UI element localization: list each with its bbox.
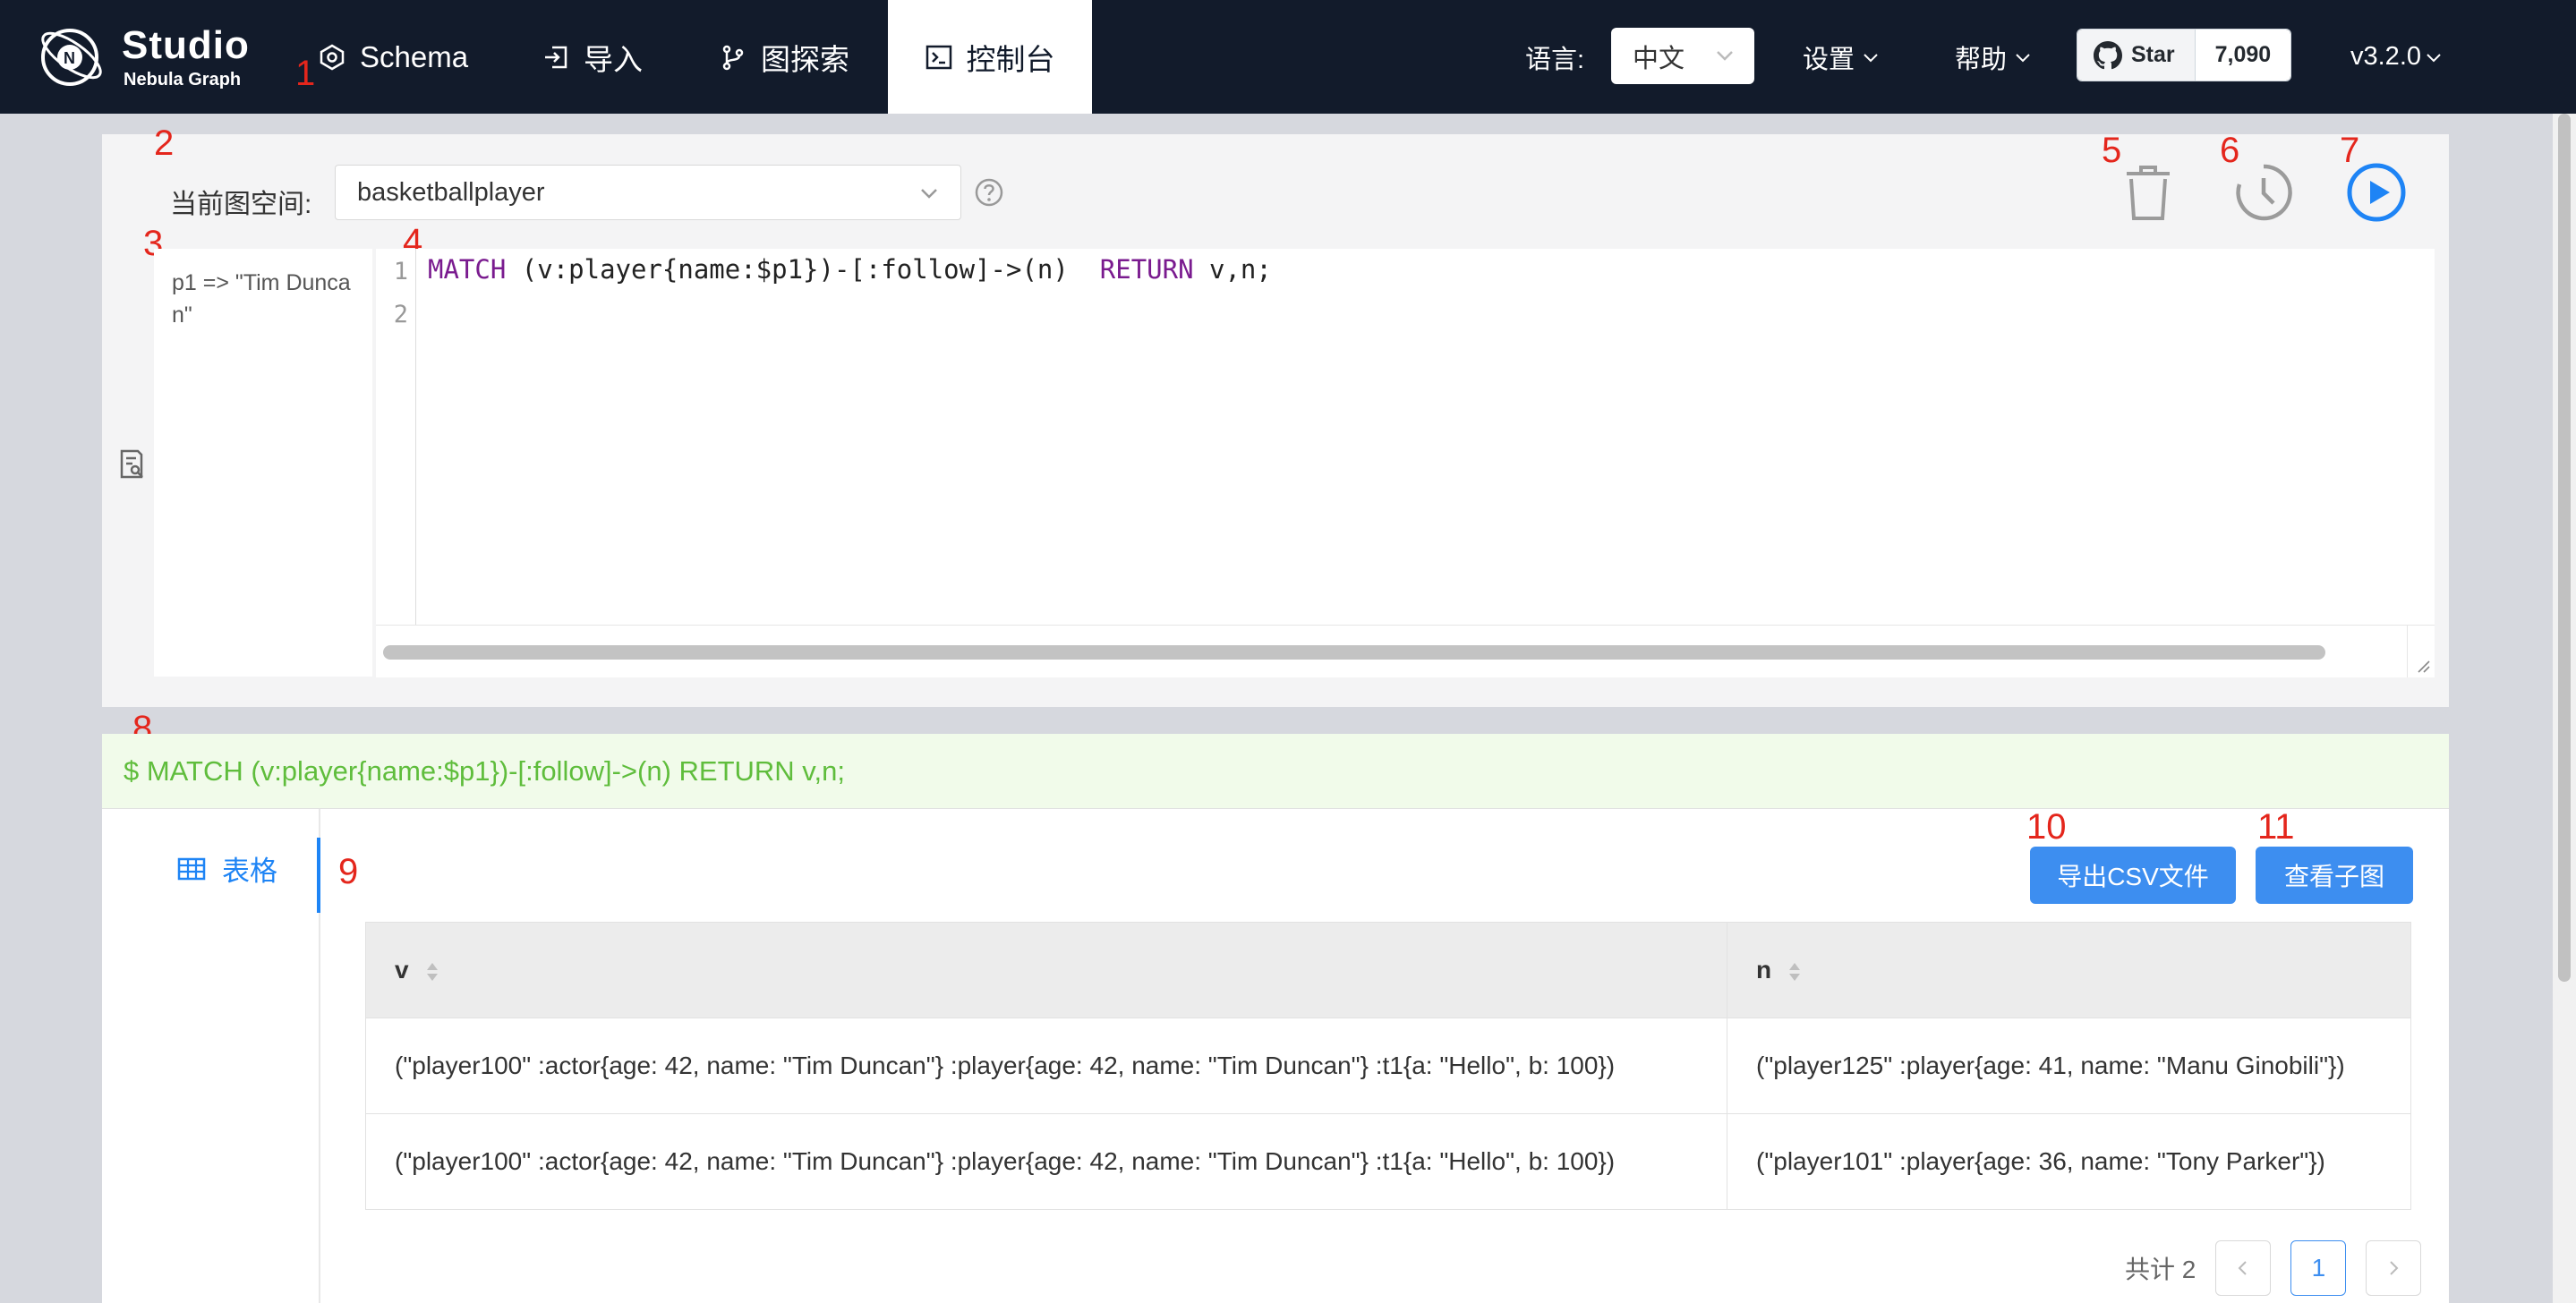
annotation-1: 1: [295, 54, 316, 93]
annotation-5: 5: [2102, 131, 2122, 170]
result-view-tabs: 表格: [102, 809, 320, 1303]
column-header-n[interactable]: n: [1727, 922, 2411, 1018]
line-number: 2: [393, 301, 408, 328]
code-text: v,n;: [1193, 254, 1272, 285]
page-scroll-thumb[interactable]: [2558, 114, 2571, 982]
annotation-9: 9: [338, 852, 359, 891]
top-navbar: N Studio Nebula Graph Schema 导入 图探索 控制台 …: [0, 0, 2576, 114]
nav-label-schema: Schema: [360, 39, 469, 73]
chevron-down-icon: [1864, 53, 1878, 62]
pagination: 共计 2 1: [2125, 1240, 2422, 1296]
sort-icon[interactable]: [1787, 959, 1802, 984]
resize-handle[interactable]: [2407, 626, 2435, 677]
github-star-count[interactable]: 7,090: [2195, 30, 2291, 81]
nav-label-explore: 图探索: [761, 42, 849, 76]
view-subgraph-button[interactable]: 查看子图: [2256, 847, 2413, 904]
github-star-button[interactable]: Star: [2077, 30, 2196, 81]
space-select[interactable]: basketballplayer: [335, 165, 961, 220]
executed-command: $ MATCH (v:player{name:$p1})-[:follow]->…: [102, 734, 2449, 809]
hexagon-icon: [320, 44, 345, 70]
table-header-row: v n: [365, 922, 2411, 1018]
nav-item-import[interactable]: 导入: [542, 0, 643, 114]
chevron-left-icon: [2238, 1261, 2248, 1275]
tab-table[interactable]: 表格: [177, 848, 277, 889]
github-star-label: Star: [2131, 42, 2175, 67]
annotation-2: 2: [154, 123, 175, 163]
nav-item-schema[interactable]: Schema: [319, 0, 468, 114]
resize-icon: [2418, 660, 2430, 673]
question-circle-icon[interactable]: [974, 177, 1004, 208]
annotation-11: 11: [2257, 807, 2295, 847]
code-keyword: RETURN: [1099, 254, 1194, 285]
chevron-down-icon: [2427, 53, 2441, 62]
chevron-down-icon: [2016, 53, 2030, 62]
github-icon: [2094, 40, 2122, 69]
code-editor[interactable]: 1 2 MATCH (v:player{name:$p1})-[:follow]…: [376, 249, 2435, 677]
params-panel: p1 => "Tim Duncan": [154, 249, 372, 677]
language-value: 中文: [1633, 44, 1685, 73]
language-label: 语言:: [1525, 45, 1585, 74]
annotation-10: 10: [2026, 807, 2067, 847]
table-row: ("player100" :actor{age: 42, name: "Tim …: [365, 1018, 2411, 1114]
page-vertical-scrollbar[interactable]: [2553, 114, 2576, 1303]
export-csv-button[interactable]: 导出CSV文件: [2030, 847, 2236, 904]
total-count: 共计 2: [2125, 1256, 2196, 1283]
brand-title: Studio: [122, 23, 250, 67]
result-table: v n ("player100" :actor{age: 42, name: "…: [365, 922, 2411, 1210]
run-play-icon[interactable]: [2345, 161, 2408, 224]
nav-item-console[interactable]: 控制台: [888, 0, 1092, 114]
help-menu[interactable]: 帮助: [1955, 0, 2032, 114]
console-editor-panel: 2 当前图空间: basketballplayer 5 6 7 3 4 p1 =…: [102, 123, 2449, 707]
column-header-label: v: [395, 956, 409, 984]
brand-subtitle: Nebula Graph: [124, 70, 242, 89]
page-button-current[interactable]: 1: [2290, 1240, 2347, 1296]
line-number: 1: [393, 258, 408, 285]
branch-icon: [722, 45, 744, 70]
sort-icon[interactable]: [425, 959, 439, 984]
nav-label-import: 导入: [584, 42, 643, 76]
horizontal-scrollbar[interactable]: [376, 625, 2435, 677]
horizontal-scroll-thumb[interactable]: [383, 645, 2325, 660]
active-tab-indicator: [317, 838, 320, 913]
column-header-label: n: [1756, 956, 1772, 984]
trash-icon[interactable]: [2120, 161, 2177, 224]
nav-label-console: 控制台: [966, 42, 1055, 76]
code-line-1[interactable]: MATCH (v:player{name:$p1})-[:follow]->(n…: [428, 254, 1272, 285]
table-cell: ("player125" :player{age: 41, name: "Man…: [1727, 1018, 2411, 1114]
next-page-button[interactable]: [2366, 1240, 2422, 1296]
version-menu[interactable]: v3.2.0: [2350, 0, 2443, 114]
help-label: 帮助: [1955, 45, 2008, 74]
settings-label: 设置: [1803, 45, 1855, 74]
code-keyword: MATCH: [428, 254, 507, 285]
table-row: ("player100" :actor{age: 42, name: "Tim …: [365, 1113, 2411, 1210]
space-label: 当前图空间:: [170, 190, 312, 219]
nav-item-explore[interactable]: 图探索: [720, 0, 849, 114]
table-icon: [177, 857, 206, 880]
history-icon[interactable]: [2232, 161, 2295, 224]
terminal-icon: [925, 45, 951, 69]
line-gutter: 1 2: [376, 249, 416, 625]
chevron-right-icon: [2390, 1261, 2399, 1275]
settings-menu[interactable]: 设置: [1803, 0, 1880, 114]
prev-page-button[interactable]: [2215, 1240, 2272, 1296]
space-value: basketballplayer: [357, 177, 545, 207]
chevron-down-icon: [1717, 51, 1733, 61]
table-cell: ("player100" :actor{age: 42, name: "Tim …: [365, 1018, 1727, 1114]
column-header-v[interactable]: v: [365, 922, 1727, 1018]
version-label: v3.2.0: [2350, 42, 2421, 71]
nebula-logo-icon: N: [41, 29, 102, 86]
result-panel: $ MATCH (v:player{name:$p1})-[:follow]->…: [102, 734, 2449, 1303]
tab-table-label: 表格: [222, 856, 277, 887]
document-search-icon[interactable]: [116, 447, 147, 481]
code-text: (v:player{name:$p1})-[:follow]->(n): [506, 254, 1100, 285]
import-icon: [545, 46, 567, 68]
language-select[interactable]: 中文: [1611, 28, 1754, 84]
chevron-down-icon: [921, 189, 937, 199]
table-cell: ("player101" :player{age: 36, name: "Ton…: [1727, 1113, 2411, 1210]
table-cell: ("player100" :actor{age: 42, name: "Tim …: [365, 1113, 1727, 1210]
svg-text:N: N: [64, 49, 75, 67]
github-star-widget[interactable]: Star 7,090: [2077, 29, 2292, 81]
